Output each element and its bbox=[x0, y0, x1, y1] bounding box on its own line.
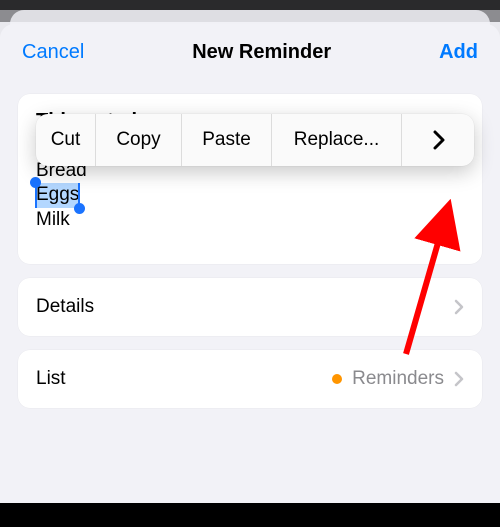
text-context-menu: Cut Copy Paste Replace... bbox=[36, 114, 474, 166]
context-paste-button[interactable]: Paste bbox=[182, 114, 272, 166]
context-cut-button[interactable]: Cut bbox=[36, 114, 96, 166]
new-reminder-sheet: Cancel New Reminder Add Things to buy Br… bbox=[0, 24, 500, 503]
chevron-right-icon bbox=[454, 371, 464, 387]
chevron-right-icon bbox=[454, 299, 464, 315]
cancel-button[interactable]: Cancel bbox=[22, 41, 84, 64]
selection-start-bar[interactable] bbox=[35, 183, 37, 207]
details-row[interactable]: Details bbox=[18, 278, 482, 336]
context-replace-button[interactable]: Replace... bbox=[272, 114, 402, 166]
selection-end-handle[interactable] bbox=[74, 203, 85, 214]
nav-bar: Cancel New Reminder Add bbox=[0, 24, 500, 80]
add-button[interactable]: Add bbox=[439, 41, 478, 64]
body-line-1[interactable]: Eggs bbox=[36, 183, 464, 207]
body-line-2[interactable]: Milk bbox=[36, 208, 464, 232]
list-label: List bbox=[36, 368, 66, 390]
chevron-right-icon bbox=[432, 130, 445, 150]
context-more-button[interactable] bbox=[402, 114, 474, 166]
reminder-body-input[interactable]: Bread Eggs Milk bbox=[36, 159, 464, 232]
page-title: New Reminder bbox=[192, 41, 331, 64]
list-value: Reminders bbox=[352, 368, 444, 390]
list-row[interactable]: List Reminders bbox=[18, 350, 482, 408]
list-color-dot-icon bbox=[332, 374, 342, 384]
reminder-note-card[interactable]: Things to buy Bread Eggs Milk Cut bbox=[18, 94, 482, 264]
list-row-group: List Reminders bbox=[18, 350, 482, 408]
details-label: Details bbox=[36, 296, 94, 318]
content-area: Things to buy Bread Eggs Milk Cut bbox=[0, 80, 500, 503]
context-copy-button[interactable]: Copy bbox=[96, 114, 182, 166]
details-row-group: Details bbox=[18, 278, 482, 336]
